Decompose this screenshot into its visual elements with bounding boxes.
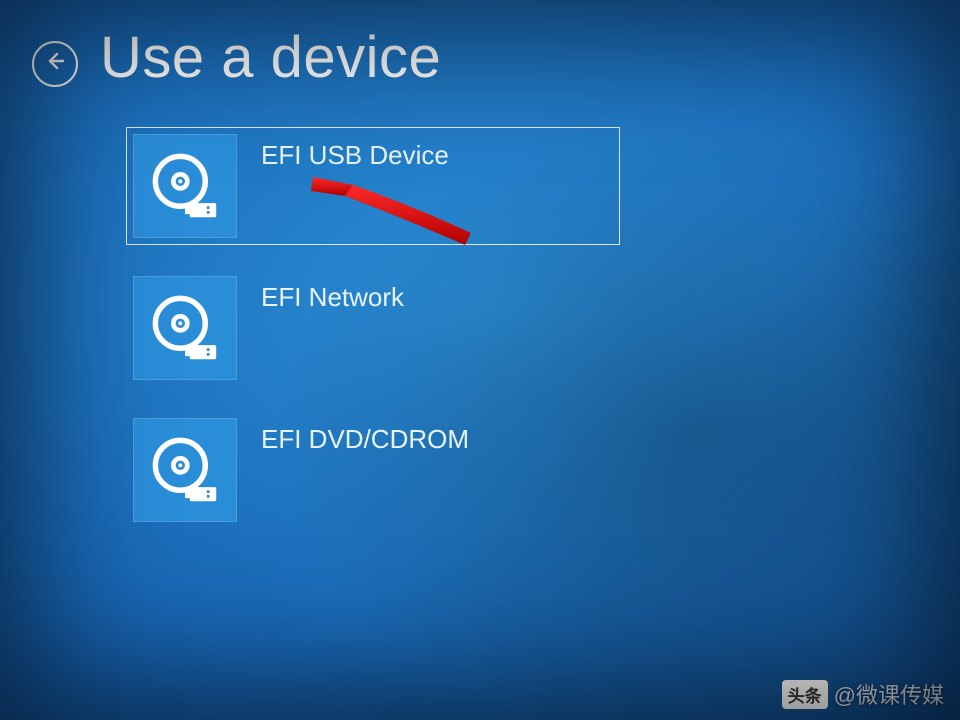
device-option-efi-dvdcdrom[interactable]: EFI DVD/CDROM — [126, 411, 620, 529]
device-option-efi-network[interactable]: EFI Network — [126, 269, 620, 387]
back-button[interactable] — [32, 41, 78, 87]
disk-icon — [133, 134, 237, 238]
device-label: EFI DVD/CDROM — [261, 424, 469, 455]
device-label: EFI Network — [261, 282, 404, 313]
device-list: EFI USB Device EFI Network — [126, 127, 620, 553]
watermark-badge: 头条 — [782, 680, 828, 709]
device-label: EFI USB Device — [261, 140, 449, 171]
arrow-left-icon — [43, 49, 67, 78]
device-option-efi-usb[interactable]: EFI USB Device — [126, 127, 620, 245]
disk-icon — [133, 418, 237, 522]
disk-icon — [133, 276, 237, 380]
page-title: Use a device — [100, 24, 441, 91]
watermark: 头条 @微课传媒 — [782, 678, 944, 710]
watermark-text: @微课传媒 — [834, 678, 944, 710]
